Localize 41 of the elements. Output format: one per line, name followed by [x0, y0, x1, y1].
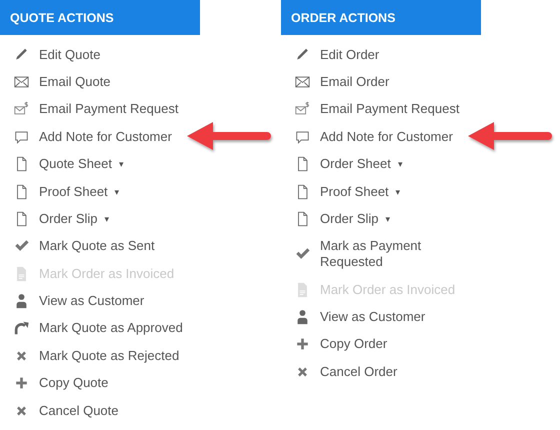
action-link[interactable]: Email Payment Request [320, 101, 460, 118]
caret-icon[interactable]: ▾ [104, 214, 110, 224]
action-link[interactable]: Edit Quote [39, 46, 100, 63]
speech-bubble-icon [13, 128, 30, 145]
action-link[interactable]: Copy Quote [39, 375, 108, 392]
action-link[interactable]: Quote Sheet [39, 156, 112, 172]
action-link[interactable]: Add Note for Customer [320, 128, 453, 145]
envelope-dollar-icon [13, 101, 30, 118]
action-link[interactable]: Proof Sheet [320, 184, 389, 200]
panel-header: QUOTE ACTIONS [0, 0, 200, 35]
action-link[interactable]: Email Order [320, 74, 390, 90]
plus-icon [294, 336, 311, 352]
action-link[interactable]: Cancel Quote [39, 402, 118, 419]
envelope-dollar-icon [294, 101, 311, 118]
envelope-icon [294, 74, 311, 90]
plus-icon [13, 375, 30, 392]
caret-icon[interactable]: ▾ [398, 159, 403, 170]
action-link[interactable]: Cancel Order [320, 364, 398, 380]
action-link[interactable]: Proof Sheet [39, 184, 108, 200]
action-link[interactable]: View as Customer [320, 309, 426, 326]
speech-bubble-icon [294, 128, 311, 145]
action-link[interactable]: View as Customer [39, 293, 144, 310]
caret-icon[interactable]: ▾ [119, 159, 124, 170]
caret-icon[interactable]: ▾ [114, 186, 120, 197]
action-link[interactable]: Order Slip [320, 210, 379, 227]
action-link[interactable]: Mark Quote as Sent [39, 238, 155, 254]
action-link[interactable]: Order Sheet [320, 156, 391, 172]
action-link[interactable]: Mark Quote as Approved [39, 320, 183, 336]
action-link[interactable]: Add Note for Customer [39, 128, 172, 145]
curved-arrow-icon [13, 320, 30, 336]
action-link[interactable]: Edit Order [320, 46, 380, 63]
caret-icon[interactable]: ▾ [386, 214, 391, 224]
action-link[interactable]: Order Slip [39, 210, 98, 227]
envelope-icon [13, 74, 30, 90]
action-link[interactable]: Email Quote [39, 74, 111, 90]
action-link[interactable]: Copy Order [320, 336, 388, 352]
action-link[interactable]: Mark Quote as Rejected [39, 348, 180, 364]
panel-header: ORDER ACTIONS [281, 0, 481, 35]
action-link[interactable]: Mark as Payment Requested [320, 238, 470, 270]
caret-icon[interactable]: ▾ [396, 186, 401, 197]
action-link[interactable]: Email Payment Request [39, 101, 178, 118]
